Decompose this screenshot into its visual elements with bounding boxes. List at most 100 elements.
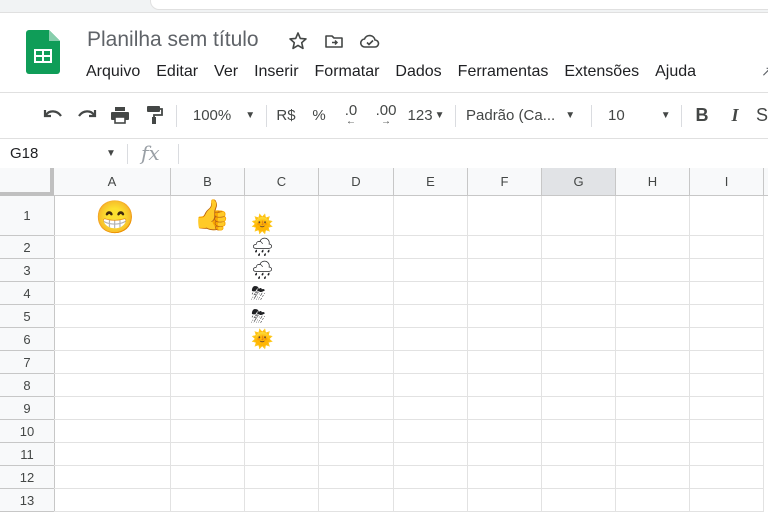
cell[interactable] [616, 489, 690, 512]
cell[interactable] [394, 420, 468, 443]
cell[interactable] [394, 374, 468, 397]
print-icon[interactable] [107, 93, 133, 137]
cell[interactable] [468, 489, 542, 512]
row-header-7[interactable]: 7 [0, 351, 55, 374]
cell[interactable] [171, 282, 245, 305]
row-header-9[interactable]: 9 [0, 397, 55, 420]
address-bar[interactable] [150, 0, 768, 10]
cell[interactable] [171, 374, 245, 397]
cell[interactable] [171, 397, 245, 420]
redo-icon[interactable] [74, 93, 100, 137]
cell[interactable] [468, 196, 542, 236]
cell[interactable] [690, 374, 764, 397]
cell[interactable] [616, 374, 690, 397]
column-header-h[interactable]: H [616, 168, 690, 196]
column-header-c[interactable]: C [245, 168, 319, 196]
zoom-select[interactable]: 100% ▼ [188, 93, 260, 137]
row-header-5[interactable]: 5 [0, 305, 55, 328]
cell[interactable] [542, 374, 616, 397]
cell[interactable] [616, 328, 690, 351]
cell[interactable] [54, 397, 171, 420]
cell[interactable] [245, 374, 319, 397]
document-title[interactable]: Planilha sem título [87, 28, 259, 52]
cell[interactable] [468, 397, 542, 420]
cell[interactable] [690, 328, 764, 351]
cell[interactable] [319, 466, 394, 489]
row-header-13[interactable]: 13 [0, 489, 55, 512]
cell[interactable] [171, 420, 245, 443]
menu-dados[interactable]: Dados [395, 63, 449, 81]
cell[interactable] [690, 282, 764, 305]
column-header-b[interactable]: B [171, 168, 245, 196]
column-header-d[interactable]: D [319, 168, 394, 196]
menu-ver[interactable]: Ver [214, 63, 246, 81]
strikethrough-icon[interactable]: S [756, 93, 768, 137]
cell[interactable] [690, 443, 764, 466]
star-icon[interactable] [287, 30, 309, 52]
column-header-i[interactable]: I [690, 168, 764, 196]
cell[interactable] [690, 466, 764, 489]
font-size-select[interactable]: 10 ▼ [602, 93, 674, 137]
cell[interactable] [394, 397, 468, 420]
cell[interactable] [468, 443, 542, 466]
menu-inserir[interactable]: Inserir [254, 63, 306, 81]
cell[interactable] [54, 305, 171, 328]
paint-format-icon[interactable] [141, 93, 167, 137]
formula-input[interactable] [186, 144, 756, 164]
cell[interactable] [542, 489, 616, 512]
menu-formatar[interactable]: Formatar [315, 63, 388, 81]
trend-icon-partial[interactable]: ↗ [761, 63, 768, 80]
cell[interactable] [542, 259, 616, 282]
cell[interactable] [171, 236, 245, 259]
menu-arquivo[interactable]: Arquivo [86, 63, 148, 81]
cloud-saved-icon[interactable] [359, 30, 381, 52]
decrease-decimal-button[interactable]: .0 ← [337, 93, 365, 137]
cell[interactable] [468, 305, 542, 328]
cell[interactable] [319, 420, 394, 443]
cell[interactable] [54, 466, 171, 489]
more-formats-button[interactable]: 123 ▼ [405, 93, 447, 137]
row-header-12[interactable]: 12 [0, 466, 55, 489]
cell[interactable] [171, 489, 245, 512]
cell[interactable] [690, 420, 764, 443]
cell[interactable] [616, 236, 690, 259]
cell[interactable] [690, 236, 764, 259]
increase-decimal-button[interactable]: .00 → [370, 93, 402, 137]
undo-icon[interactable] [40, 93, 66, 137]
cell[interactable] [690, 489, 764, 512]
cell[interactable] [542, 351, 616, 374]
cell[interactable] [468, 351, 542, 374]
cell[interactable] [54, 328, 171, 351]
cell[interactable] [245, 489, 319, 512]
cell[interactable] [468, 466, 542, 489]
cell[interactable] [542, 443, 616, 466]
cell[interactable] [394, 305, 468, 328]
row-header-1[interactable]: 1 [0, 196, 55, 236]
menu-extensoes[interactable]: Extensões [564, 63, 647, 81]
cell[interactable] [394, 196, 468, 236]
cell[interactable] [54, 282, 171, 305]
cell[interactable] [319, 397, 394, 420]
cell[interactable] [319, 282, 394, 305]
bold-button[interactable]: B [690, 93, 714, 137]
italic-button[interactable]: I [723, 93, 747, 137]
cell[interactable] [468, 236, 542, 259]
menu-editar[interactable]: Editar [156, 63, 206, 81]
name-box[interactable]: G18 [10, 145, 38, 162]
cell[interactable] [468, 259, 542, 282]
currency-format-button[interactable]: R$ [272, 93, 300, 137]
cell[interactable] [468, 374, 542, 397]
cell[interactable] [171, 466, 245, 489]
row-header-10[interactable]: 10 [0, 420, 55, 443]
cell[interactable] [245, 443, 319, 466]
cell[interactable] [542, 397, 616, 420]
cell[interactable] [542, 196, 616, 236]
cell[interactable] [319, 489, 394, 512]
cell[interactable] [616, 466, 690, 489]
row-header-11[interactable]: 11 [0, 443, 55, 466]
cell[interactable] [690, 351, 764, 374]
cell[interactable] [394, 489, 468, 512]
row-header-2[interactable]: 2 [0, 236, 55, 259]
cell[interactable] [616, 305, 690, 328]
cell[interactable] [319, 328, 394, 351]
